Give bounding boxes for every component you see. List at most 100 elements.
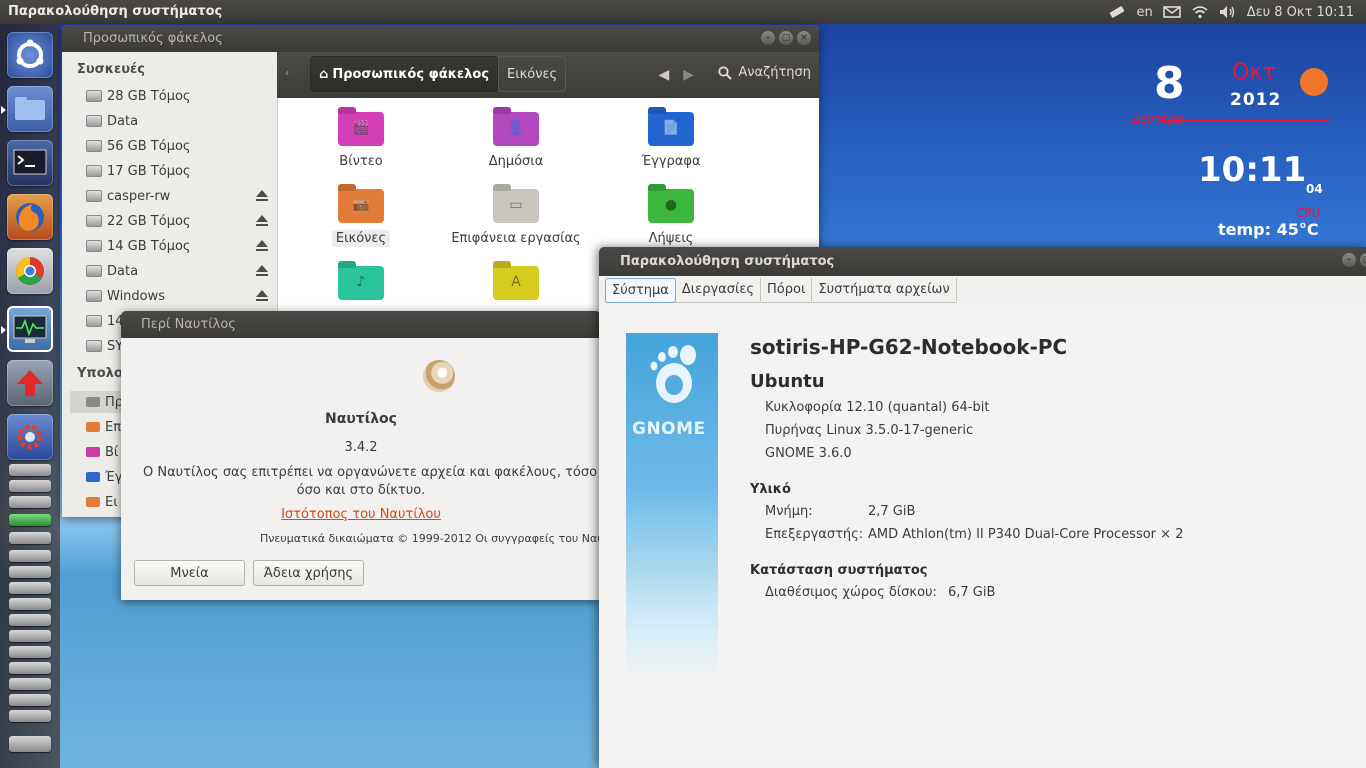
minimize-button[interactable]: – (761, 31, 775, 45)
sysmon-tabs: Σύστημα Διεργασίες Πόροι Συστήματα αρχείων (605, 278, 957, 303)
folder-icon (86, 472, 100, 482)
launcher-terminal[interactable] (7, 140, 53, 186)
folder-item[interactable]: ♪ (286, 266, 436, 308)
launcher-stacked-item[interactable] (9, 480, 51, 492)
folder-icon: 📄 (648, 112, 694, 146)
launcher-settings[interactable] (7, 414, 53, 460)
sysmon-titlebar[interactable]: Παρακολούθηση συστήματος – □ (599, 247, 1366, 276)
about-description-1: Ο Ναυτίλος σας επιτρέπει να οργανώνετε α… (143, 465, 598, 480)
search-button[interactable]: Αναζήτηση (718, 65, 811, 80)
about-description-2: όσο και στο δίκτυο. (296, 483, 426, 498)
back-arrow-icon[interactable]: ◀ (658, 67, 669, 83)
maximize-button[interactable]: □ (1360, 253, 1366, 267)
drive-icon (86, 90, 102, 102)
launcher-stacked-item[interactable] (9, 694, 51, 706)
launcher-stacked-item[interactable] (9, 598, 51, 610)
folder-item[interactable]: 👤 Δημόσια (441, 112, 591, 169)
tab-resources[interactable]: Πόροι (761, 278, 813, 301)
launcher-update-manager[interactable] (7, 360, 53, 406)
about-titlebar[interactable]: Περί Ναυτίλος (121, 311, 601, 338)
tab-processes[interactable]: Διεργασίες (676, 278, 762, 301)
sidebar-device-item[interactable]: 22 GB Τόμος (86, 210, 274, 232)
folder-label: Δημόσια (488, 154, 544, 169)
gnome-wordmark: GNOME (632, 419, 706, 439)
forward-arrow-icon[interactable]: ▶ (683, 67, 694, 83)
license-button[interactable]: Άδεια χρήσης (253, 560, 364, 586)
sidebar-device-item[interactable]: 56 GB Τόμος (86, 135, 274, 157)
sidebar-item-label: Βί (105, 444, 119, 460)
eject-icon[interactable] (256, 290, 268, 301)
folder-item[interactable]: A (441, 266, 591, 308)
sidebar-device-item[interactable]: 17 GB Τόμος (86, 160, 274, 182)
maximize-button[interactable]: □ (779, 31, 793, 45)
tab-system[interactable]: Σύστημα (605, 278, 676, 303)
launcher-chrome[interactable] (7, 248, 53, 294)
wifi-icon[interactable] (1191, 5, 1209, 19)
launcher-stacked-item[interactable] (9, 678, 51, 690)
sidebar-device-item[interactable]: 14 GB Τόμος (86, 235, 274, 257)
launcher-firefox[interactable] (7, 194, 53, 240)
folder-item[interactable]: ▭ Επιφάνεια εργασίας (441, 189, 591, 246)
launcher-stacked-item[interactable] (9, 630, 51, 642)
tab-filesystems[interactable]: Συστήματα αρχείων (812, 278, 957, 301)
panel-clock[interactable]: Δευ 8 Οκτ 10:11 (1247, 5, 1354, 20)
minimize-button[interactable]: – (1342, 253, 1356, 267)
launcher-files[interactable] (7, 86, 53, 132)
folder-icon: ♪ (338, 266, 384, 300)
launcher-system-monitor[interactable] (7, 306, 53, 352)
launcher-trash[interactable] (9, 736, 51, 752)
eject-icon[interactable] (256, 240, 268, 251)
mail-icon[interactable] (1162, 5, 1181, 19)
eject-icon[interactable] (256, 190, 268, 201)
home-icon: ⌂ (319, 66, 329, 82)
drive-icon (86, 315, 102, 327)
launcher-stacked-item[interactable] (9, 710, 51, 722)
keyboard-layout-indicator[interactable]: en (1136, 5, 1152, 20)
folder-item[interactable]: 📄 Έγγραφα (596, 112, 746, 169)
breadcrumb-pictures[interactable]: Εικόνες (498, 56, 567, 92)
folder-emblem-icon: 📷 (352, 197, 370, 213)
drive-icon (86, 240, 102, 252)
folder-label: Λήψεις (648, 231, 694, 246)
search-icon (718, 65, 733, 80)
folder-emblem-icon: ▭ (509, 197, 523, 213)
widget-divider (1160, 120, 1330, 121)
breadcrumb-home-label: Προσωπικός φάκελος (332, 66, 490, 82)
breadcrumb-scroll-left[interactable]: ‹ (285, 68, 289, 79)
launcher-stacked-item[interactable] (9, 566, 51, 578)
window-title: Προσωπικός φάκελος (83, 31, 223, 46)
folder-emblem-icon: ♪ (356, 274, 366, 290)
launcher-dash-button[interactable] (7, 32, 53, 78)
processor-value: AMD Athlon(tm) II P340 Dual-Core Process… (868, 527, 1184, 542)
folder-item[interactable]: 📷 Εικόνες (286, 189, 436, 247)
launcher-stacked-item[interactable] (9, 662, 51, 674)
eject-icon[interactable] (256, 265, 268, 276)
sidebar-device-item[interactable]: Data (86, 260, 274, 282)
breadcrumb-home[interactable]: ⌂ Προσωπικός φάκελος (310, 56, 499, 92)
launcher-stacked-item[interactable] (9, 646, 51, 658)
volume-icon[interactable] (1219, 5, 1237, 19)
os-release: Κυκλοφορία 12.10 (quantal) 64-bit (765, 400, 990, 415)
eject-icon[interactable] (256, 215, 268, 226)
sidebar-device-item[interactable]: casper-rw (86, 185, 274, 207)
sidebar-device-item[interactable]: 28 GB Τόμος (86, 85, 274, 107)
launcher-stacked-item[interactable] (9, 582, 51, 594)
folder-item[interactable]: 🎬 Βίντεο (286, 112, 436, 169)
launcher-stacked-item[interactable] (9, 532, 51, 544)
about-website-link[interactable]: Ιστότοπος του Ναυτίλου (121, 507, 601, 522)
disk-space-label: Διαθέσιμος χώρος δίσκου: (765, 585, 937, 600)
sidebar-device-item[interactable]: Windows (86, 285, 274, 307)
launcher-stacked-item[interactable] (9, 550, 51, 562)
widget-seconds: 04 (1306, 182, 1323, 196)
launcher-stacked-item[interactable] (9, 464, 51, 476)
close-button[interactable]: × (797, 31, 811, 45)
gnome-banner: GNOME (626, 333, 718, 683)
nautilus-titlebar[interactable]: Προσωπικός φάκελος – □ × (62, 25, 819, 52)
sidebar-device-item[interactable]: Data (86, 110, 274, 132)
launcher-stacked-item[interactable] (9, 514, 51, 526)
launcher-stacked-item[interactable] (9, 614, 51, 626)
credits-button[interactable]: Μνεία (134, 560, 245, 586)
usb-stick-icon[interactable] (1108, 5, 1126, 19)
launcher-stacked-item[interactable] (9, 496, 51, 508)
folder-item[interactable]: ● Λήψεις (596, 189, 746, 246)
